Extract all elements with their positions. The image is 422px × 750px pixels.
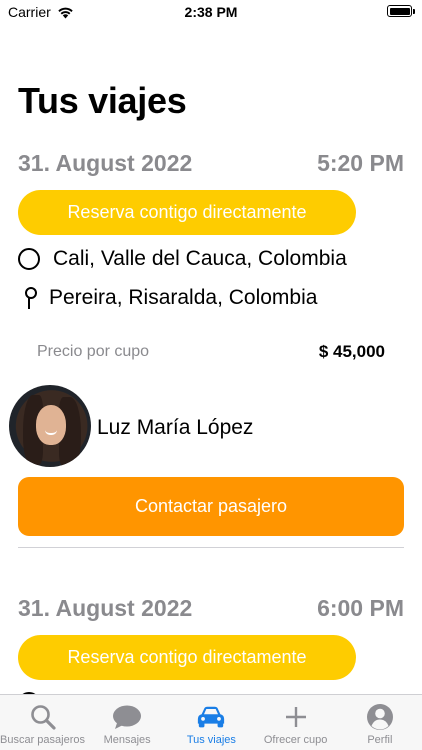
passenger-name: Luz María López (97, 416, 254, 439)
origin-circle-icon (18, 248, 40, 270)
booking-type-badge: Reserva contigo directamente (18, 635, 356, 680)
page-title: Tus viajes (18, 80, 187, 121)
tab-label: Buscar pasajeros (0, 734, 85, 746)
tab-search-passengers[interactable]: Buscar pasajeros (0, 695, 85, 750)
person-icon (365, 703, 395, 731)
destination-row: Pereira, Risaralda, Colombia (18, 286, 317, 310)
trip-time: 5:20 PM (317, 150, 404, 176)
booking-type-badge: Reserva contigo directamente (18, 190, 356, 235)
battery-icon (387, 5, 415, 17)
destination-label: Pereira, Risaralda, Colombia (49, 286, 318, 309)
tab-profile[interactable]: Perfil (338, 695, 422, 750)
tab-label: Tus viajes (186, 734, 236, 746)
chat-bubble-icon (112, 703, 142, 731)
car-icon (196, 703, 226, 731)
origin-row: Cali, Valle del Cauca, Colombia (18, 247, 347, 271)
tab-bar: Buscar pasajeros Mensajes Tus viajes Ofr… (0, 694, 422, 750)
trip-date: 31. August 2022 (18, 150, 193, 176)
tab-offer-seat[interactable]: Ofrecer cupo (254, 695, 338, 750)
contact-passenger-button[interactable]: Contactar pasajero (18, 477, 404, 536)
price-value: $ 45,000 (318, 342, 385, 361)
trip-time: 6:00 PM (317, 595, 404, 621)
price-label: Precio por cupo (37, 343, 150, 360)
plus-icon (281, 703, 311, 731)
divider (18, 547, 404, 548)
location-pin-icon (18, 286, 40, 310)
search-icon (28, 703, 58, 731)
tab-your-trips[interactable]: Tus viajes (169, 695, 253, 750)
origin-label: Cali, Valle del Cauca, Colombia (53, 247, 347, 270)
tab-label: Mensajes (103, 734, 151, 746)
tab-label: Perfil (367, 734, 393, 746)
tab-messages[interactable]: Mensajes (85, 695, 169, 750)
passenger-avatar[interactable] (9, 385, 91, 467)
status-bar: Carrier 2:38 PM (0, 0, 422, 26)
trip-date: 31. August 2022 (18, 595, 193, 621)
battery-level (389, 7, 410, 15)
status-time: 2:38 PM (184, 4, 238, 20)
avatar-face (36, 405, 66, 445)
tab-label: Ofrecer cupo (263, 734, 328, 746)
